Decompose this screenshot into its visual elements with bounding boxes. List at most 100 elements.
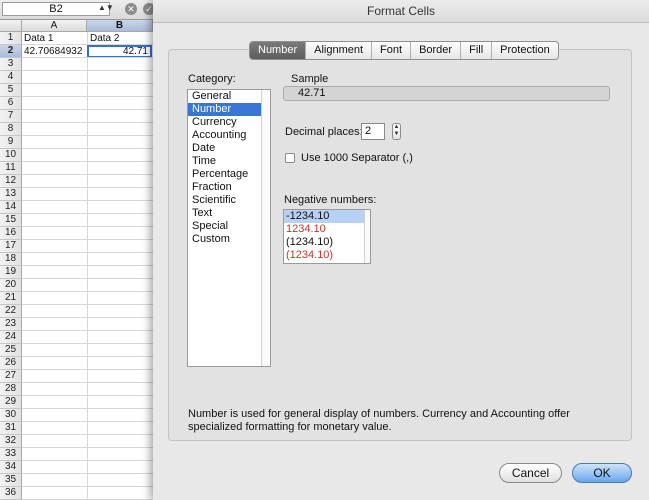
row-header-10[interactable]: 10	[0, 149, 22, 162]
column-header-a[interactable]: A	[22, 20, 87, 32]
row-gridline	[22, 187, 153, 188]
dialog-title: Format Cells	[153, 0, 649, 23]
name-box-dropdown-icon[interactable]: ▲▼	[98, 3, 114, 12]
negative-list-scrollbar[interactable]	[364, 210, 370, 263]
row-gridline	[22, 122, 153, 123]
row-header-12[interactable]: 12	[0, 175, 22, 188]
category-item-percentage[interactable]: Percentage	[188, 168, 270, 181]
row-gridline	[22, 161, 153, 162]
row-gridline	[22, 200, 153, 201]
tab-fill[interactable]: Fill	[461, 42, 493, 59]
negative-option-minus[interactable]: -1234.10	[284, 210, 370, 223]
row-header-9[interactable]: 9	[0, 136, 22, 149]
name-box[interactable]: B2	[2, 2, 110, 16]
row-gridline	[22, 369, 153, 370]
tab-alignment[interactable]: Alignment	[306, 42, 373, 59]
row-header-21[interactable]: 21	[0, 292, 22, 305]
row-header-30[interactable]: 30	[0, 409, 22, 422]
thousands-separator-label: Use 1000 Separator (,)	[301, 152, 413, 164]
negative-option-red[interactable]: 1234.10	[284, 223, 370, 236]
row-gridline	[22, 343, 153, 344]
category-item-date[interactable]: Date	[188, 142, 270, 155]
tab-font[interactable]: Font	[372, 42, 412, 59]
row-header-18[interactable]: 18	[0, 253, 22, 266]
row-header-29[interactable]: 29	[0, 396, 22, 409]
row-header-26[interactable]: 26	[0, 357, 22, 370]
row-header-13[interactable]: 13	[0, 188, 22, 201]
row-header-6[interactable]: 6	[0, 97, 22, 110]
ok-button[interactable]: OK	[572, 463, 632, 483]
row-gridline	[22, 460, 153, 461]
row-gridline	[22, 96, 153, 97]
row-gridline	[22, 447, 153, 448]
row-gridline	[22, 70, 153, 71]
row-header-32[interactable]: 32	[0, 435, 22, 448]
tab-border[interactable]: Border	[411, 42, 462, 59]
category-label: Category:	[188, 73, 236, 85]
row-header-35[interactable]: 35	[0, 474, 22, 487]
row-header-16[interactable]: 16	[0, 227, 22, 240]
row-gridline	[22, 317, 153, 318]
row-header-34[interactable]: 34	[0, 461, 22, 474]
row-gridline	[22, 473, 153, 474]
cancel-button[interactable]: Cancel	[499, 463, 562, 483]
row-gridline	[22, 57, 153, 58]
stepper-down-icon[interactable]: ▼	[393, 131, 400, 138]
row-header-19[interactable]: 19	[0, 266, 22, 279]
row-header-15[interactable]: 15	[0, 214, 22, 227]
row-header-2[interactable]: 2	[0, 45, 22, 58]
category-scrollbar[interactable]	[261, 90, 270, 366]
row-header-17[interactable]: 17	[0, 240, 22, 253]
row-header-22[interactable]: 22	[0, 305, 22, 318]
row-header-31[interactable]: 31	[0, 422, 22, 435]
row-header-28[interactable]: 28	[0, 383, 22, 396]
category-item-fraction[interactable]: Fraction	[188, 181, 270, 194]
row-header-20[interactable]: 20	[0, 279, 22, 292]
category-item-general[interactable]: General	[188, 90, 270, 103]
row-header-3[interactable]: 3	[0, 58, 22, 71]
decimal-places-input[interactable]: 2	[361, 123, 385, 140]
row-gridline	[22, 291, 153, 292]
row-gridline	[22, 148, 153, 149]
category-item-custom[interactable]: Custom	[188, 233, 270, 246]
tab-number[interactable]: Number	[250, 42, 307, 59]
row-header-5[interactable]: 5	[0, 84, 22, 97]
negative-numbers-label: Negative numbers:	[284, 194, 377, 206]
row-header-8[interactable]: 8	[0, 123, 22, 136]
category-item-scientific[interactable]: Scientific	[188, 194, 270, 207]
decimal-places-stepper[interactable]: ▲ ▼	[392, 123, 401, 140]
negative-option-parentheses[interactable]: (1234.10)	[284, 236, 370, 249]
row-header-36[interactable]: 36	[0, 487, 22, 500]
negative-option-red-parentheses[interactable]: (1234.10)	[284, 249, 370, 262]
sample-label: Sample	[291, 73, 329, 85]
row-gridline	[22, 109, 153, 110]
row-header-27[interactable]: 27	[0, 370, 22, 383]
thousands-separator-checkbox[interactable]	[285, 153, 295, 163]
row-header-25[interactable]: 25	[0, 344, 22, 357]
formula-cancel-icon[interactable]: ✕	[125, 3, 137, 15]
select-all-corner[interactable]	[0, 20, 22, 32]
category-item-special[interactable]: Special	[188, 220, 270, 233]
row-header-23[interactable]: 23	[0, 318, 22, 331]
category-list[interactable]: General Number Currency Accounting Date …	[187, 89, 271, 367]
stepper-up-icon[interactable]: ▲	[393, 124, 400, 131]
category-item-time[interactable]: Time	[188, 155, 270, 168]
row-header-4[interactable]: 4	[0, 71, 22, 84]
category-item-currency[interactable]: Currency	[188, 116, 270, 129]
row-header-33[interactable]: 33	[0, 448, 22, 461]
sample-value: 42.71	[283, 86, 610, 101]
row-header-1[interactable]: 1	[0, 32, 22, 45]
category-item-number[interactable]: Number	[188, 103, 270, 116]
category-item-accounting[interactable]: Accounting	[188, 129, 270, 142]
row-header-24[interactable]: 24	[0, 331, 22, 344]
row-header-14[interactable]: 14	[0, 201, 22, 214]
column-header-b[interactable]: B	[87, 20, 153, 32]
row-gridline	[22, 239, 153, 240]
row-header-11[interactable]: 11	[0, 162, 22, 175]
negative-numbers-list[interactable]: -1234.10 1234.10 (1234.10) (1234.10)	[283, 209, 371, 264]
category-item-text[interactable]: Text	[188, 207, 270, 220]
row-gridline	[22, 304, 153, 305]
tab-bar: Number Alignment Font Border Fill Protec…	[249, 41, 559, 60]
tab-protection[interactable]: Protection	[492, 42, 558, 59]
row-header-7[interactable]: 7	[0, 110, 22, 123]
